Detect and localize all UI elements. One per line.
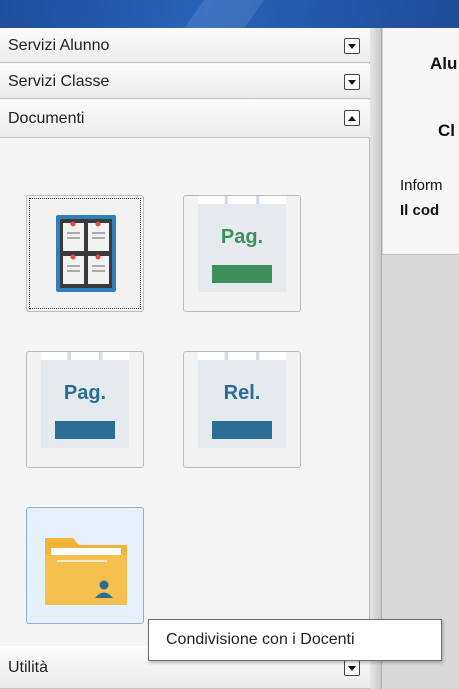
tile-pagella-blue[interactable]: Pag. bbox=[26, 351, 144, 468]
section-documenti[interactable]: Documenti bbox=[0, 100, 370, 138]
document-page-blue-icon: Pag. bbox=[41, 352, 129, 448]
tile-bacheca[interactable] bbox=[26, 195, 144, 312]
tile-relazione[interactable]: Rel. bbox=[183, 351, 301, 468]
section-label: Servizi Alunno bbox=[8, 36, 110, 54]
top-header-bar bbox=[0, 0, 459, 28]
panel-text-alunno: Alu bbox=[430, 54, 458, 73]
section-label: Documenti bbox=[8, 110, 85, 127]
tooltip-text: Condivisione con i Docenti bbox=[166, 631, 355, 648]
blue-bar bbox=[55, 421, 115, 439]
tooltip: Condivisione con i Docenti bbox=[148, 619, 442, 661]
panel-text-informazioni: Inform bbox=[400, 177, 443, 194]
panel-text-codice: Il cod bbox=[400, 202, 440, 219]
section-servizi-classe[interactable]: Servizi Classe bbox=[0, 64, 370, 99]
expand-toggle-icon[interactable] bbox=[344, 38, 360, 54]
document-page-green-icon: Pag. bbox=[198, 196, 286, 292]
section-servizi-alunno[interactable]: Servizi Alunno bbox=[0, 28, 370, 63]
collapse-toggle-icon[interactable] bbox=[344, 110, 360, 126]
tile-pagella-green[interactable]: Pag. bbox=[183, 195, 301, 312]
green-bar bbox=[212, 265, 272, 283]
section-label: Utilità bbox=[8, 658, 49, 676]
panel-text-classe: Cl bbox=[438, 121, 455, 140]
tile-label: Pag. bbox=[63, 382, 107, 404]
document-report-icon: Rel. bbox=[198, 352, 286, 448]
expand-toggle-icon[interactable] bbox=[344, 74, 360, 90]
section-label: Servizi Classe bbox=[8, 72, 110, 90]
tile-label: Rel. bbox=[223, 382, 261, 404]
blue-bar bbox=[212, 421, 272, 439]
splitter[interactable] bbox=[370, 28, 382, 689]
main-panel: Alu Cl Inform Il cod bbox=[382, 28, 459, 255]
shared-folder-user-icon bbox=[45, 538, 127, 605]
tile-condivisione-docenti[interactable] bbox=[26, 507, 144, 624]
expand-toggle-icon[interactable] bbox=[344, 660, 360, 676]
bulletin-board-icon bbox=[56, 215, 116, 292]
sidebar: Servizi Alunno Servizi Classe Documenti bbox=[0, 28, 370, 689]
tile-label: Pag. bbox=[220, 226, 264, 248]
